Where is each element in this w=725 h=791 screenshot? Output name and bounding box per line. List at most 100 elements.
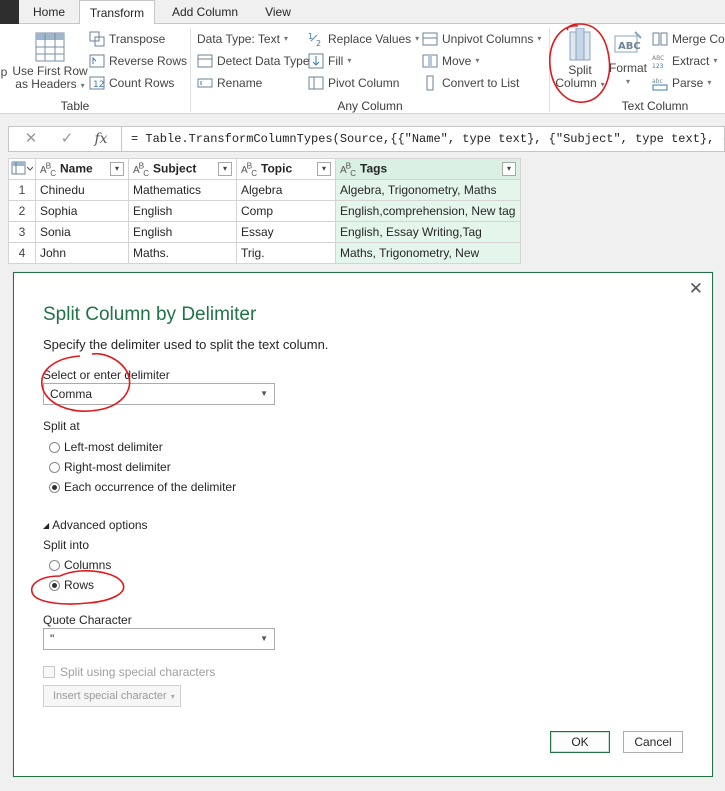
table-group-label: Table xyxy=(60,99,90,113)
svg-text:12: 12 xyxy=(93,80,104,90)
svg-text:123: 123 xyxy=(652,63,664,69)
ok-button[interactable]: OK xyxy=(550,731,610,753)
cell-name[interactable]: Chinedu xyxy=(35,179,129,201)
cell-topic[interactable]: Trig. xyxy=(236,242,336,264)
unpivot-icon xyxy=(422,31,438,47)
close-icon[interactable]: ✕ xyxy=(689,279,703,299)
table-row: 2 Sophia English Comp English,comprehens… xyxy=(8,200,521,222)
reverse-rows-button[interactable]: Reverse Rows xyxy=(89,51,187,71)
tab-view[interactable]: View xyxy=(252,0,304,24)
ribbon-separator xyxy=(549,28,550,112)
file-tab-stub[interactable] xyxy=(0,0,19,24)
cancel-formula-icon[interactable]: ✕ xyxy=(21,130,41,148)
merge-columns-button[interactable]: Merge Col xyxy=(652,29,725,49)
cell-subject[interactable]: English xyxy=(128,200,237,222)
formula-input[interactable]: = Table.TransformColumnTypes(Source,{{"N… xyxy=(131,127,723,151)
radio-right-most[interactable]: Right-most delimiter xyxy=(49,460,171,474)
split-column-label-2: Column ▾ xyxy=(555,76,605,90)
split-into-label: Split into xyxy=(43,538,90,552)
grid-header-row: ABC Name ▾ ABC Subject ▾ ABC Topic ▾ ABC Tags ▾ xyxy=(8,158,521,180)
table-menu-icon[interactable] xyxy=(8,158,36,180)
extract-button[interactable]: ABC 123 Extract ▾ xyxy=(652,51,717,71)
row-number: 2 xyxy=(8,200,36,222)
split-column-icon xyxy=(566,27,594,62)
cell-topic[interactable]: Essay xyxy=(236,221,336,243)
cell-topic[interactable]: Algebra xyxy=(236,179,336,201)
convert-to-list-button[interactable]: Convert to List xyxy=(422,73,519,93)
cell-name[interactable]: John xyxy=(35,242,129,264)
svg-text:ABC: ABC xyxy=(652,55,664,62)
format-label: Format xyxy=(609,61,648,75)
split-column-button[interactable]: Split Column ▾ xyxy=(553,27,607,91)
radio-left-most[interactable]: Left-most delimiter xyxy=(49,440,163,454)
cell-name[interactable]: Sonia xyxy=(35,221,129,243)
radio-circle-selected xyxy=(49,579,60,591)
delimiter-select[interactable]: Comma ▼ xyxy=(43,383,275,405)
replace-values-icon: 12 xyxy=(308,31,324,47)
text-type-icon: ABC xyxy=(40,160,56,178)
formula-bar: ✕ ✓ fx = Table.TransformColumnTypes(Sour… xyxy=(8,126,725,152)
tab-transform[interactable]: Transform xyxy=(79,0,155,25)
column-header-tags[interactable]: ABC Tags ▾ xyxy=(335,158,521,180)
unpivot-columns-button[interactable]: Unpivot Columns ▾ xyxy=(422,29,541,49)
column-header-topic[interactable]: ABC Topic ▾ xyxy=(236,158,336,180)
detect-type-icon xyxy=(197,53,213,69)
cell-subject[interactable]: Mathematics xyxy=(128,179,237,201)
cell-topic[interactable]: Comp xyxy=(236,200,336,222)
cell-tags[interactable]: Algebra, Trigonometry, Maths xyxy=(335,179,521,201)
filter-dropdown-icon[interactable]: ▾ xyxy=(218,161,232,176)
use-first-row-button[interactable]: Use First Row as Headers ▾ xyxy=(12,32,88,92)
filter-dropdown-icon[interactable]: ▾ xyxy=(502,161,516,176)
merge-columns-icon xyxy=(652,31,668,47)
any-column-group-label: Any Column xyxy=(337,99,403,113)
cut-off-button[interactable]: p xyxy=(0,66,8,79)
svg-text:abc: abc xyxy=(652,78,663,85)
fx-icon[interactable]: fx xyxy=(91,130,111,148)
data-type-dropdown[interactable]: Data Type: Text ▾ xyxy=(197,29,288,49)
special-characters-checkbox[interactable]: Split using special characters xyxy=(43,665,215,679)
rename-button[interactable]: Rename xyxy=(197,73,262,93)
radio-circle xyxy=(49,559,60,571)
format-button[interactable]: ABC Format ▾ xyxy=(609,30,647,88)
move-button[interactable]: Move ▾ xyxy=(422,51,479,71)
move-icon xyxy=(422,53,438,69)
split-at-label: Split at xyxy=(43,419,80,433)
filter-dropdown-icon[interactable]: ▾ xyxy=(317,161,331,176)
quote-character-select[interactable]: " ▼ xyxy=(43,628,275,650)
filter-dropdown-icon[interactable]: ▾ xyxy=(110,161,124,176)
radio-each-occurrence[interactable]: Each occurrence of the delimiter xyxy=(49,480,236,494)
pivot-column-button[interactable]: Pivot Column xyxy=(308,73,399,93)
cancel-button[interactable]: Cancel xyxy=(623,731,683,753)
tab-add-column[interactable]: Add Column xyxy=(158,0,252,24)
cell-subject[interactable]: Maths. xyxy=(128,242,237,264)
text-column-group-label: Text Column xyxy=(621,99,689,113)
replace-values-button[interactable]: 12 Replace Values ▾ xyxy=(308,29,419,49)
dialog-subtitle: Specify the delimiter used to split the … xyxy=(43,337,329,352)
cell-tags[interactable]: English,comprehension, New tag xyxy=(335,200,521,222)
format-text-icon: ABC xyxy=(613,30,643,58)
parse-button[interactable]: abc Parse ▾ xyxy=(652,73,711,93)
chevron-down-icon: ▼ xyxy=(260,634,268,643)
radio-rows[interactable]: Rows xyxy=(49,578,94,592)
transpose-button[interactable]: Transpose xyxy=(89,29,165,49)
cell-name[interactable]: Sophia xyxy=(35,200,129,222)
count-rows-button[interactable]: 12 Count Rows xyxy=(89,73,174,93)
column-header-name[interactable]: ABC Name ▾ xyxy=(35,158,129,180)
insert-special-character-button[interactable]: Insert special character ▾ xyxy=(43,685,181,707)
tab-home[interactable]: Home xyxy=(20,0,78,24)
cell-tags[interactable]: English, Essay Writing,Tag xyxy=(335,221,521,243)
cell-tags[interactable]: Maths, Trigonometry, New xyxy=(335,242,521,264)
table-row: 1 Chinedu Mathematics Algebra Algebra, T… xyxy=(8,179,521,201)
cell-subject[interactable]: English xyxy=(128,221,237,243)
formula-separator xyxy=(121,127,122,151)
fill-down-icon xyxy=(308,53,324,69)
row-number: 4 xyxy=(8,242,36,264)
radio-columns[interactable]: Columns xyxy=(49,558,111,572)
advanced-options-toggle[interactable]: ◢ Advanced options xyxy=(43,518,148,532)
fill-button[interactable]: Fill ▾ xyxy=(308,51,351,71)
row-number: 1 xyxy=(8,179,36,201)
confirm-formula-icon[interactable]: ✓ xyxy=(57,130,77,148)
detect-data-type-button[interactable]: Detect Data Type xyxy=(197,51,310,71)
ribbon-separator xyxy=(190,28,191,112)
column-header-subject[interactable]: ABC Subject ▾ xyxy=(128,158,237,180)
